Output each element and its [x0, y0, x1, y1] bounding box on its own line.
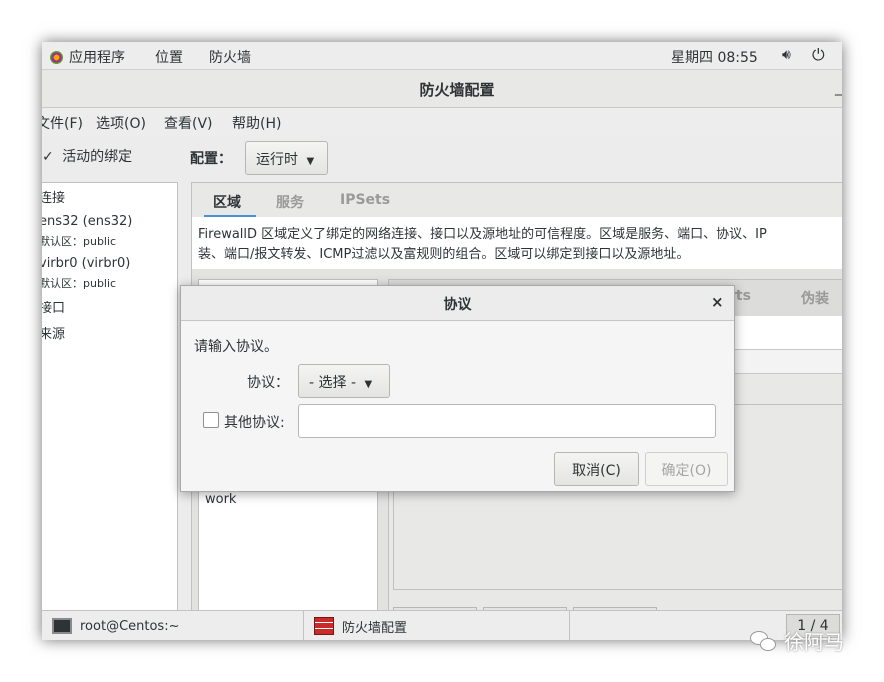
zone-item-work[interactable]: work — [205, 492, 236, 507]
description-line: FirewallD 区域定义了绑定的网络连接、接口以及源地址的可信程度。区域是服… — [198, 227, 767, 242]
ok-button[interactable]: 确定(O) — [645, 452, 728, 486]
configuration-label: 配置： — [190, 151, 232, 167]
tab-zones[interactable]: 区域 — [213, 192, 241, 212]
tab-ipsets[interactable]: IPSets — [340, 192, 390, 208]
task-firewall[interactable]: 防火墙配置 — [304, 611, 570, 640]
wechat-icon — [750, 629, 778, 653]
sources-heading: 来源 — [42, 327, 66, 342]
other-protocol-checkbox[interactable] — [203, 412, 219, 428]
dialog-title: 协议 — [443, 297, 472, 313]
subtab-masquerade[interactable]: 伪装 — [801, 288, 829, 308]
caret-down-icon: ▼ — [364, 379, 373, 390]
task-terminal[interactable]: root@Centos:~ — [42, 611, 304, 640]
checkmark-icon: ✓ — [42, 149, 54, 165]
menu-view[interactable]: 查看(V) — [164, 113, 213, 133]
watermark: 徐阿马 — [750, 626, 844, 655]
protocol-dialog: 协议 × 请输入协议。 协议： - 选择 - ▼ 其他协议: 取消(C) 确定(… — [180, 285, 735, 492]
binding-item[interactable]: ens32 (ens32) — [42, 214, 132, 229]
active-bindings-label: 活动的绑定 — [62, 149, 133, 165]
dialog-prompt: 请输入协议。 — [194, 339, 278, 355]
firewall-app-menu[interactable]: 防火墙 — [209, 47, 251, 67]
protocol-select-value: - 选择 - — [309, 375, 357, 391]
window-title: 防火墙配置 — [419, 81, 495, 99]
binding-zone: 默认区：public — [42, 235, 117, 248]
binding-zone: 默认区：public — [42, 277, 117, 290]
bottom-taskbar: root@Centos:~ 防火墙配置 1 / 4 — [42, 610, 842, 640]
dialog-header: 协议 × — [181, 286, 734, 321]
task-terminal-label: root@Centos:~ — [80, 618, 180, 634]
interfaces-heading: 接口 — [42, 301, 66, 316]
bindings-panel: 连接 ens32 (ens32) 默认区：public virbr0 (virb… — [42, 182, 178, 640]
menu-file[interactable]: 文件(F) — [42, 113, 83, 133]
configuration-dropdown[interactable]: 运行时 ▼ — [245, 141, 328, 175]
configuration-value: 运行时 — [256, 152, 298, 168]
applications-menu[interactable]: 应用程序 — [50, 47, 125, 67]
watermark-text: 徐阿马 — [784, 630, 844, 654]
protocol-label: 协议： — [247, 375, 289, 391]
task-firewall-label: 防火墙配置 — [342, 620, 408, 636]
main-tabs: 区域 服务 IPSets — [192, 183, 842, 218]
clock[interactable]: 星期四 08:55 — [671, 47, 758, 67]
protocol-select[interactable]: - 选择 - ▼ — [298, 364, 390, 398]
menubar: 文件(F) 选项(O) 查看(V) 帮助(H) — [42, 108, 842, 136]
minimize-button[interactable]: _ — [835, 80, 842, 96]
cancel-button[interactable]: 取消(C) — [554, 452, 639, 486]
menu-help[interactable]: 帮助(H) — [232, 113, 281, 133]
desktop-screen: 应用程序 位置 防火墙 星期四 08:55 🔊︎ ⏻ 防火墙配置 _ 文件(F)… — [42, 42, 842, 640]
centos-logo-icon — [50, 50, 63, 64]
menu-options[interactable]: 选项(O) — [96, 113, 146, 133]
applications-label: 应用程序 — [69, 50, 125, 66]
caret-down-icon: ▼ — [306, 156, 315, 167]
firewall-icon — [314, 617, 334, 635]
connections-heading: 连接 — [42, 191, 66, 206]
close-icon[interactable]: × — [711, 293, 724, 311]
description-line: 装、端口/报文转发、ICMP过滤以及富规则的组合。区域可以绑定到接口以及源地址。 — [198, 247, 690, 262]
window-titlebar: 防火墙配置 _ — [42, 70, 842, 108]
top-bar: 应用程序 位置 防火墙 星期四 08:55 🔊︎ ⏻ — [42, 42, 842, 70]
zones-description: FirewallD 区域定义了绑定的网络连接、接口以及源地址的可信程度。区域是服… — [192, 217, 842, 269]
binding-item[interactable]: virbr0 (virbr0) — [42, 256, 130, 271]
active-bindings-toggle[interactable]: ✓ 活动的绑定 — [42, 146, 132, 166]
tab-services[interactable]: 服务 — [276, 192, 304, 212]
terminal-icon — [52, 618, 72, 634]
other-protocol-label: 其他协议: — [224, 415, 285, 431]
speaker-icon[interactable]: 🔊︎ — [782, 47, 791, 63]
power-icon[interactable]: ⏻ — [812, 45, 825, 65]
other-protocol-input[interactable] — [298, 404, 716, 438]
places-menu[interactable]: 位置 — [155, 47, 183, 67]
